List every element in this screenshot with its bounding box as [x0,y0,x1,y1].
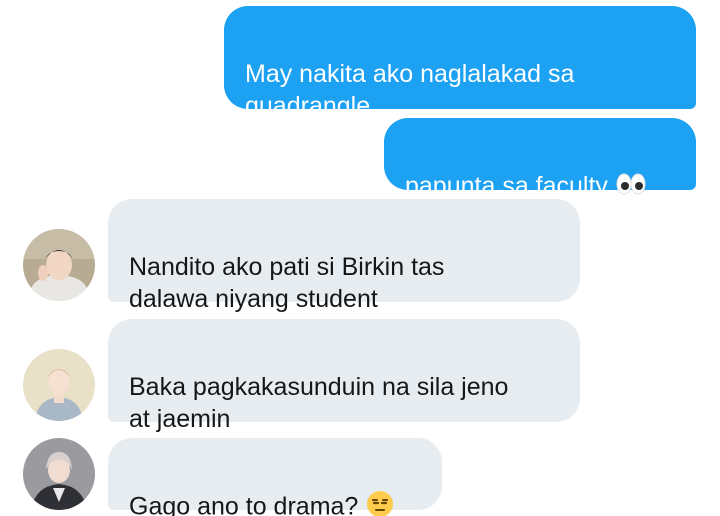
message-text: Baka pagkakasunduin na sila jeno at jaem… [129,373,509,433]
message-text: papunta sa faculty [405,172,608,200]
message-text: Nandito ako pati si Birkin tas dalawa ni… [129,253,445,313]
message-bubble-received[interactable]: Baka pagkakasunduin na sila jeno at jaem… [108,319,580,433]
message-text: May nakita ako naglalakad sa quadrangle [245,60,575,120]
message-bubble-sent[interactable]: papunta sa faculty [384,118,696,200]
expressionless-face-icon [366,490,394,516]
avatar[interactable] [23,229,95,301]
avatar[interactable] [23,349,95,421]
avatar[interactable] [23,438,95,510]
eyes-icon [616,171,646,203]
message-bubble-received[interactable]: Nandito ako pati si Birkin tas dalawa ni… [108,199,580,313]
message-bubble-sent[interactable]: May nakita ako naglalakad sa quadrangle [224,6,696,120]
message-bubble-received[interactable]: Gago ano to drama? [108,438,442,516]
message-text: Gago ano to drama? [129,492,359,516]
